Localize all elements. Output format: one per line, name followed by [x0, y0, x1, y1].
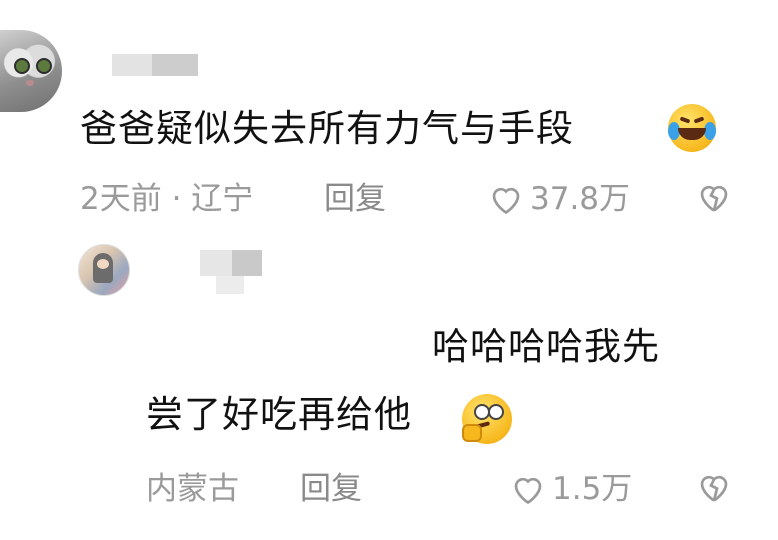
- username-blurred[interactable]: [112, 54, 152, 76]
- username-blurred[interactable]: [200, 250, 232, 276]
- rolling-laughing-emoji-icon: [668, 104, 716, 152]
- like-button[interactable]: 1.5万: [510, 470, 632, 508]
- username-blurred[interactable]: [216, 276, 244, 294]
- comment-meta: 内蒙古: [146, 471, 239, 507]
- comment-meta: 2天前 · 辽宁: [80, 181, 254, 217]
- cat-eye-icon: [36, 58, 52, 74]
- like-count: 37.8万: [530, 181, 631, 217]
- heart-icon: [514, 477, 542, 505]
- comment-body: 爸爸疑似失去所有力气与手段: [80, 107, 574, 150]
- dislike-button[interactable]: [696, 180, 732, 218]
- broken-heart-icon: [700, 185, 728, 212]
- reply-button[interactable]: 回复: [300, 470, 362, 508]
- dislike-button[interactable]: [696, 470, 732, 508]
- avatar[interactable]: [78, 244, 130, 296]
- username-blurred[interactable]: [232, 250, 262, 276]
- comment-text: 爸爸疑似失去所有力气与手段: [80, 106, 574, 152]
- reply-text-line2: 尝了好吃再给他: [146, 393, 412, 436]
- like-count: 1.5万: [552, 471, 633, 507]
- heart-icon: [492, 187, 520, 215]
- reply-text-line1: 哈哈哈哈我先: [432, 325, 660, 368]
- reply-button[interactable]: 回复: [324, 180, 386, 218]
- like-button[interactable]: 37.8万: [488, 180, 630, 218]
- woozy-thinking-emoji-icon: [462, 394, 512, 444]
- username-blurred[interactable]: [152, 54, 198, 76]
- cat-nose-icon: [26, 80, 34, 86]
- cat-eye-icon: [14, 58, 30, 74]
- broken-heart-icon: [700, 475, 728, 502]
- avatar[interactable]: [0, 30, 62, 112]
